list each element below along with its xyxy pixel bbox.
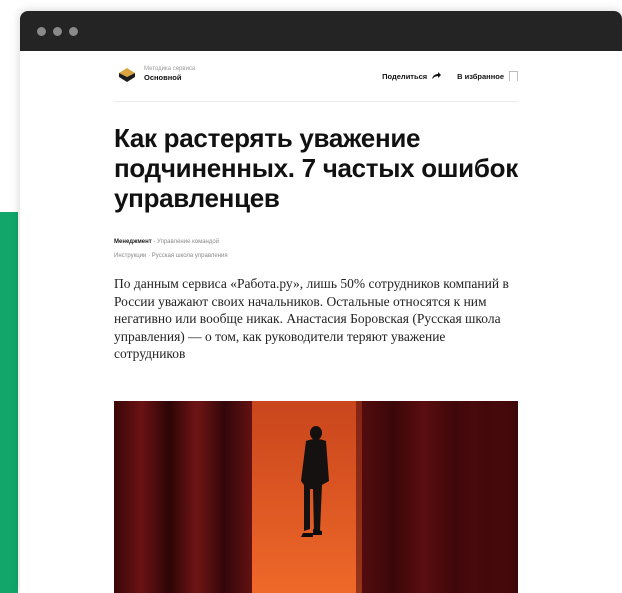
share-arrow-icon [432,72,442,79]
browser-window: Методика сервиса Основной Поделиться В и… [20,11,622,593]
favorites-label: В избранное [457,71,504,81]
tag-topic[interactable]: Управление командой [157,239,219,245]
window-close-dot[interactable] [37,27,46,36]
hero-image [114,401,518,593]
tag-type[interactable]: Инструкции [114,253,146,259]
share-label: Поделиться [382,71,428,81]
tag-source[interactable]: Русская школа управления [152,253,228,259]
green-accent-bar [0,212,18,593]
tag-category[interactable]: Менеджмент [114,239,152,245]
site-header: Методика сервиса Основной Поделиться В и… [114,51,518,102]
window-minimize-dot[interactable] [53,27,62,36]
bookmark-icon [509,71,518,81]
header-actions: Поделиться В избранное [382,71,518,81]
favorites-button[interactable]: В избранное [457,71,518,81]
article-lead: По данным сервиса «Работа.ру», лишь 50% … [114,276,509,361]
window-maximize-dot[interactable] [69,27,78,36]
window-titlebar [20,11,622,51]
article-page: Методика сервиса Основной Поделиться В и… [114,51,518,593]
logo-subtitle: Методика сервиса [144,66,196,72]
hero-illustration [114,401,518,593]
article-tags: Менеджмент · Управление командой Инструк… [114,235,228,263]
article-title: Как растерять уважение подчиненных. 7 ча… [114,123,518,213]
logo-text[interactable]: Методика сервиса Основной [144,66,195,82]
logo-name: Основной [144,73,182,83]
share-button[interactable]: Поделиться [382,71,442,81]
logo-icon[interactable] [118,67,136,83]
